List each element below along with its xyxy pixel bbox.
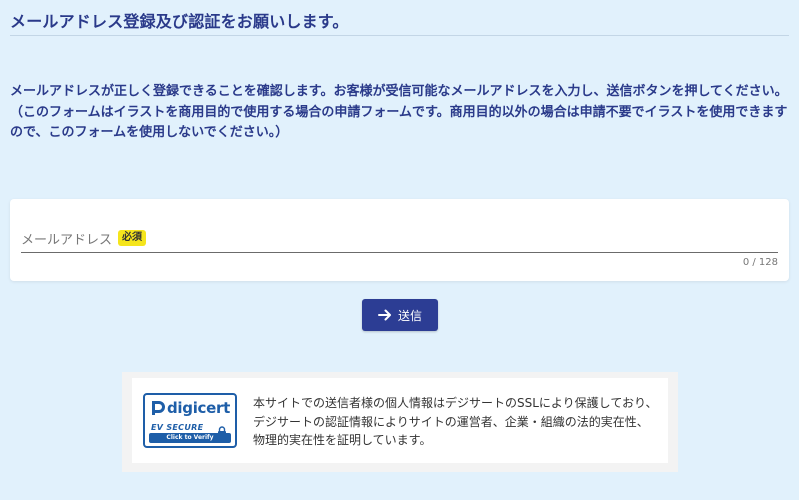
email-field-label: メールアドレス	[21, 232, 113, 248]
intro-text: メールアドレスが正しく登録できることを確認します。お客様が受信可能なメールアドレ…	[10, 82, 790, 144]
char-counter: 0 / 128	[742, 257, 778, 268]
email-form-card: メールアドレス 必須 0 / 128	[10, 199, 789, 281]
arrow-right-icon	[377, 309, 392, 321]
digicert-seal[interactable]: digicert EV SECURE Click to Verify	[143, 393, 237, 448]
digicert-mark-icon	[152, 401, 165, 415]
required-badge: 必須	[118, 230, 147, 246]
ssl-notice-box: digicert EV SECURE Click to Verify 本サイトで…	[122, 372, 678, 472]
click-to-verify-bar: Click to Verify	[149, 433, 231, 443]
submit-button-label: 送信	[397, 308, 422, 323]
submit-button[interactable]: 送信	[362, 299, 438, 331]
title-divider	[10, 35, 789, 36]
ssl-line-1: 本サイトでの送信者様の個人情報はデジサートのSSLにより保護しており、	[253, 396, 658, 410]
page-title: メールアドレス登録及び認証をお願いします。	[10, 12, 349, 31]
ssl-notice-inner: digicert EV SECURE Click to Verify 本サイトで…	[132, 378, 668, 463]
intro-main: メールアドレスが正しく登録できることを確認します。お客様が受信可能なメールアドレ…	[10, 84, 788, 99]
email-field[interactable]: メールアドレス 必須	[21, 224, 778, 253]
digicert-brand-text: digicert	[167, 399, 230, 417]
ssl-description: 本サイトでの送信者様の個人情報はデジサートのSSLにより保護しており、 デジサー…	[253, 394, 663, 450]
intro-note: （このフォームはイラストを商用目的で使用する場合の申請フォームです。商用目的以外…	[10, 104, 788, 141]
ssl-line-3: 物理的実在性を証明しています。	[253, 433, 432, 447]
ev-secure-label: EV SECURE	[151, 423, 204, 432]
ssl-line-2: デジサートの認証情報によりサイトの運営者、企業・組織の法的実在性、	[253, 414, 649, 429]
digicert-logo: digicert	[149, 399, 230, 417]
